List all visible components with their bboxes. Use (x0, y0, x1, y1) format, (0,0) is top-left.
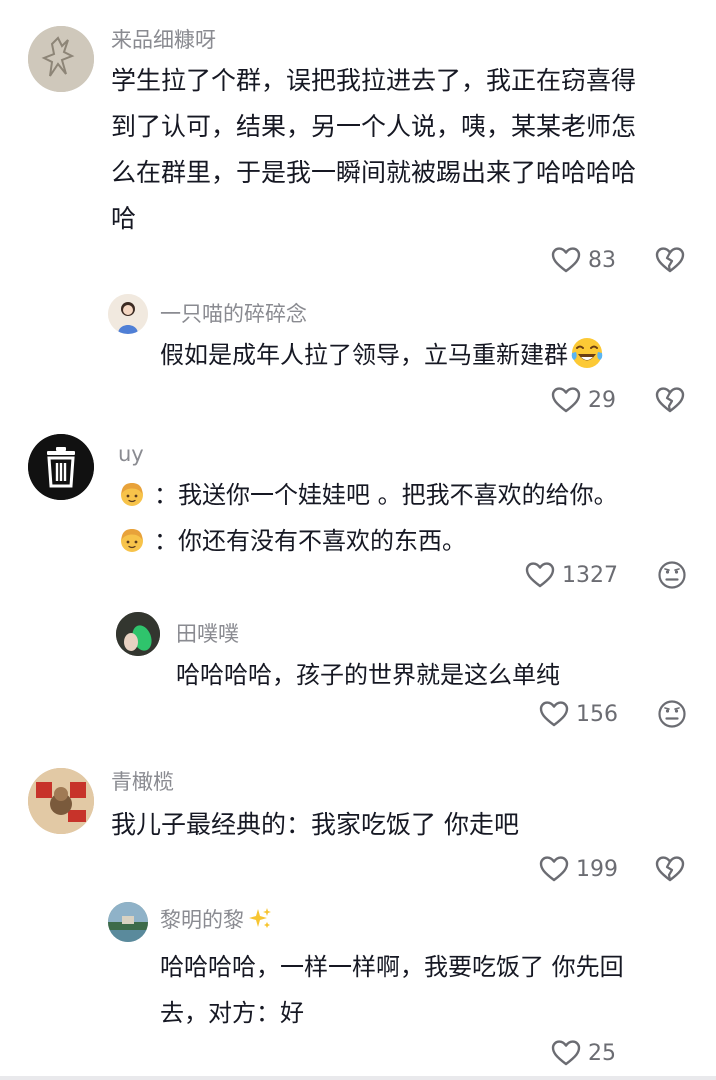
like-count: 83 (588, 247, 616, 273)
heart-outline-icon (550, 384, 582, 416)
avatar[interactable] (28, 26, 94, 92)
like-button[interactable]: 199 (538, 852, 618, 886)
neutral-face-icon[interactable] (656, 559, 688, 591)
heart-outline-icon (550, 244, 582, 276)
heart-outline-icon (538, 853, 570, 885)
commenter-name[interactable]: 青橄榄 (111, 768, 174, 796)
like-button[interactable]: 83 (550, 243, 616, 277)
replier-name[interactable]: 黎明的黎 (160, 906, 272, 934)
trash-can-icon[interactable] (28, 434, 94, 500)
comment-text: 学生拉了个群，误把我拉进去了，我正在窃喜得 到了认可，结果，另一个人说，咦，某某… (111, 66, 637, 233)
commenter-name[interactable]: 来品细糠呀 (111, 26, 216, 54)
tears-of-joy-emoji (570, 336, 604, 370)
like-count: 1327 (562, 562, 618, 588)
like-button[interactable]: 29 (550, 383, 616, 417)
replier-name[interactable]: 田噗噗 (176, 620, 239, 648)
like-count: 29 (588, 387, 616, 413)
avatar[interactable] (108, 294, 148, 334)
avatar[interactable] (116, 612, 160, 656)
broken-heart-icon[interactable] (654, 384, 686, 416)
bottom-divider (0, 1076, 716, 1080)
commenter-name[interactable]: uy (118, 440, 144, 468)
reply-text: 假如是成年人拉了领导，立马重新建群 (160, 332, 680, 378)
girl-face-emoji (118, 526, 146, 554)
like-button[interactable]: 25 (550, 1036, 616, 1070)
heart-outline-icon (538, 698, 570, 730)
comment-text: 我儿子最经典的：我家吃饭了 你走吧 (111, 810, 519, 839)
broken-heart-icon[interactable] (654, 244, 686, 276)
neutral-face-icon[interactable] (656, 698, 688, 730)
sparkles-emoji (248, 907, 272, 931)
avatar[interactable] (108, 902, 148, 942)
like-button[interactable]: 156 (538, 697, 618, 731)
like-button[interactable]: 1327 (524, 558, 618, 592)
like-count: 25 (588, 1040, 616, 1066)
replier-name[interactable]: 一只喵的碎碎念 (160, 300, 307, 328)
heart-outline-icon (524, 559, 556, 591)
reply-text: 哈哈哈哈，一样一样啊，我要吃饭了 你先回 去，对方：好 (160, 953, 624, 1027)
comment-text: ：我送你一个娃娃吧 。把我不喜欢的给你。 ：你还有没有不喜欢的东西。 (118, 472, 698, 564)
like-count: 156 (576, 701, 618, 727)
avatar[interactable] (28, 768, 94, 834)
like-count: 199 (576, 856, 618, 882)
girl-face-emoji (118, 480, 146, 508)
reply-text: 哈哈哈哈，孩子的世界就是这么单纯 (176, 661, 560, 689)
broken-heart-icon[interactable] (654, 853, 686, 885)
heart-outline-icon (550, 1037, 582, 1069)
